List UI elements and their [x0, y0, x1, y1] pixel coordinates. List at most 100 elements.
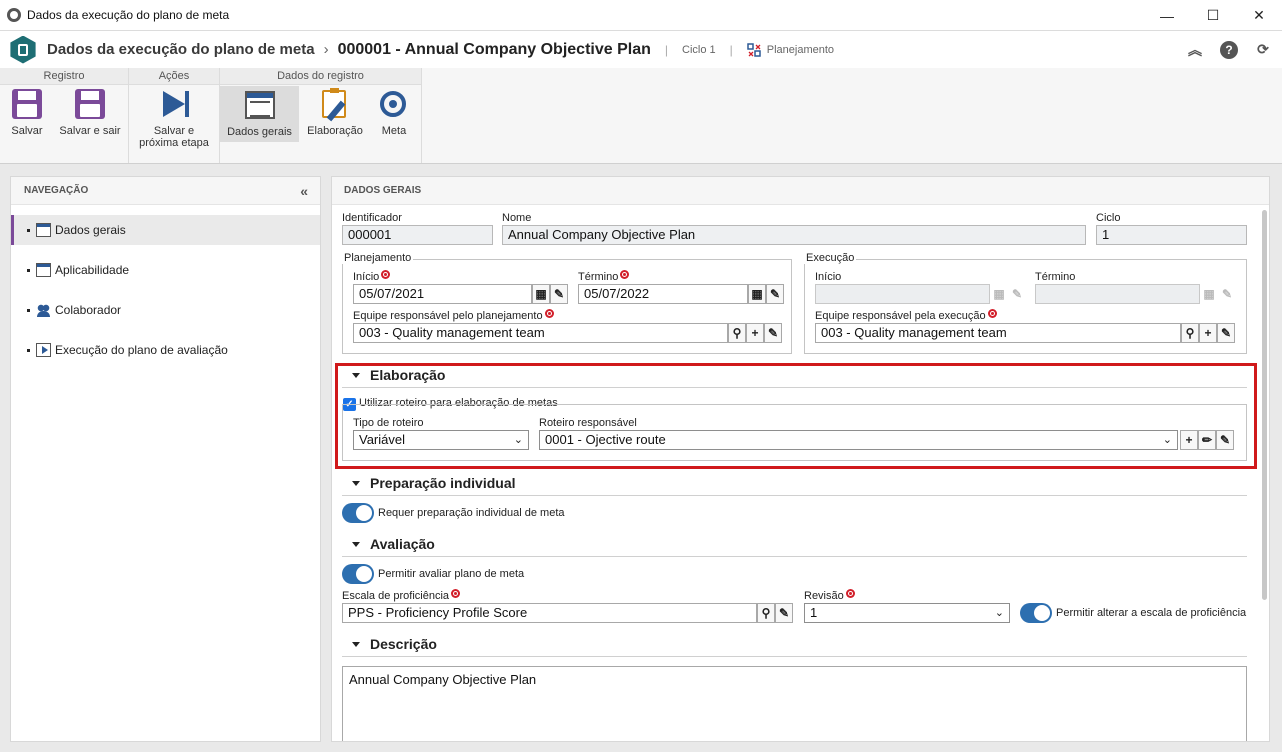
individual-prep-title-text: Preparação individual: [370, 475, 516, 491]
name-label: Nome: [502, 212, 532, 224]
execution-start-label: Início: [815, 271, 842, 283]
planning-start-label-text: Início: [353, 271, 380, 283]
nav-item-general-data[interactable]: Dados gerais: [11, 215, 320, 245]
navigation-panel: NAVEGAÇÃO « Dados gerais Aplicabilidade …: [10, 176, 321, 742]
required-icon: [620, 270, 630, 279]
close-button[interactable]: ✕: [1236, 0, 1282, 31]
route-type-select[interactable]: Variável ⌄: [353, 430, 529, 450]
edit-pencil-icon[interactable]: ✏: [1198, 430, 1216, 450]
elaboration-button[interactable]: Elaboração: [304, 88, 366, 144]
planning-team-field[interactable]: 003 - Quality management team: [353, 323, 728, 343]
record-title: 000001 - Annual Company Objective Plan: [337, 40, 651, 58]
add-icon[interactable]: +: [1199, 323, 1217, 343]
header-divider: |: [664, 42, 668, 57]
search-icon[interactable]: ⚲: [1181, 323, 1199, 343]
collapse-navigation-icon[interactable]: «: [300, 177, 308, 205]
cycle-field[interactable]: 1: [1096, 225, 1247, 245]
general-data-icon: [244, 89, 276, 121]
collapse-triangle-icon: [352, 542, 360, 547]
planning-end-date-field[interactable]: 05/07/2022: [578, 284, 748, 304]
clear-broom-icon[interactable]: ✎: [550, 284, 568, 304]
search-icon[interactable]: ⚲: [757, 603, 775, 623]
collapse-header-icon[interactable]: ︽: [1186, 41, 1204, 59]
help-icon[interactable]: ?: [1220, 40, 1238, 59]
refresh-icon[interactable]: ⟳: [1254, 41, 1272, 59]
clear-broom-icon[interactable]: ✎: [1216, 430, 1234, 450]
execution-end-date-field[interactable]: [1035, 284, 1200, 304]
nav-item-applicability[interactable]: Aplicabilidade: [11, 255, 320, 285]
execution-team-label: Equipe responsável pela execução: [815, 309, 997, 322]
allow-evaluate-toggle[interactable]: [342, 564, 374, 584]
breadcrumb-separator: ›: [323, 41, 329, 58]
required-icon: [381, 270, 391, 279]
revision-label: Revisão: [804, 589, 855, 602]
nav-item-evaluation-plan-execution[interactable]: Execução do plano de avaliação: [11, 335, 320, 365]
description-section-title[interactable]: Descrição: [352, 636, 437, 652]
navigation-header: NAVEGAÇÃO «: [11, 177, 320, 205]
revision-select[interactable]: 1 ⌄: [804, 603, 1010, 623]
goal-label: Meta: [381, 125, 407, 137]
execution-icon: [36, 343, 51, 357]
maximize-button[interactable]: ☐: [1190, 0, 1236, 31]
clear-broom-icon[interactable]: ✎: [775, 603, 793, 623]
section-divider: [342, 495, 1247, 496]
allow-change-scale-toggle[interactable]: [1020, 603, 1052, 623]
nav-item-label: Colaborador: [55, 303, 122, 317]
planning-team-label-text: Equipe responsável pelo planejamento: [353, 310, 543, 322]
ribbon-group-title: Registro: [0, 68, 128, 85]
route-select[interactable]: 0001 - Ojective route ⌄: [539, 430, 1178, 450]
individual-prep-toggle[interactable]: [342, 503, 374, 523]
allow-evaluate-label: Permitir avaliar plano de meta: [378, 568, 525, 580]
calendar-icon[interactable]: ▦: [748, 284, 766, 304]
panel-title: DADOS GERAIS: [332, 177, 1269, 205]
planning-end-label-text: Término: [578, 271, 619, 283]
next-step-icon: [158, 88, 190, 120]
execution-team-field[interactable]: 003 - Quality management team: [815, 323, 1181, 343]
bullet: [27, 308, 30, 312]
search-icon[interactable]: ⚲: [728, 323, 746, 343]
elaboration-section-title[interactable]: Elaboração: [352, 367, 445, 383]
header-divider: |: [729, 42, 733, 57]
minimize-button[interactable]: —: [1144, 0, 1190, 31]
goal-button[interactable]: Meta: [372, 88, 416, 144]
clear-broom-icon[interactable]: ✎: [1217, 323, 1235, 343]
route-type-value: Variável: [359, 432, 406, 447]
save-icon: [12, 89, 42, 119]
save-and-next-step-button[interactable]: Salvar e próxima etapa: [133, 88, 215, 156]
vertical-scrollbar[interactable]: [1262, 210, 1267, 600]
evaluation-section-title[interactable]: Avaliação: [352, 536, 435, 552]
add-icon[interactable]: +: [1180, 430, 1198, 450]
planning-team-label: Equipe responsável pelo planejamento: [353, 309, 554, 322]
individual-prep-section-title[interactable]: Preparação individual: [352, 475, 516, 491]
ribbon-group-title: Dados do registro: [220, 68, 421, 85]
general-data-button[interactable]: Dados gerais: [220, 86, 299, 142]
nav-item-collaborator[interactable]: Colaborador: [11, 295, 320, 325]
general-data-label: Dados gerais: [227, 126, 292, 138]
clear-broom-icon: ✎: [1011, 287, 1023, 301]
execution-start-date-field[interactable]: [815, 284, 990, 304]
required-icon: [845, 589, 855, 598]
save-and-exit-button[interactable]: Salvar e sair: [56, 88, 124, 148]
calendar-icon: ▦: [1203, 287, 1215, 301]
identifier-field[interactable]: 000001: [342, 225, 493, 245]
name-field[interactable]: Annual Company Objective Plan: [502, 225, 1086, 245]
description-textarea[interactable]: Annual Company Objective Plan: [342, 666, 1247, 741]
clear-broom-icon[interactable]: ✎: [764, 323, 782, 343]
clear-broom-icon[interactable]: ✎: [766, 284, 784, 304]
planning-status-icon: [747, 42, 761, 57]
calendar-icon[interactable]: ▦: [532, 284, 550, 304]
save-button[interactable]: Salvar: [4, 88, 50, 148]
execution-team-label-text: Equipe responsável pela execução: [815, 310, 986, 322]
module-logo-icon: [10, 35, 36, 64]
planning-start-date-field[interactable]: 05/07/2021: [353, 284, 532, 304]
people-icon: [36, 303, 51, 317]
window-title: Dados da execução do plano de meta: [27, 8, 230, 22]
proficiency-scale-field[interactable]: PPS - Proficiency Profile Score: [342, 603, 757, 623]
add-icon[interactable]: +: [746, 323, 764, 343]
required-icon: [987, 309, 997, 318]
elaboration-icon: [319, 88, 351, 122]
form-icon: [36, 223, 51, 237]
proficiency-scale-label-text: Escala de proficiência: [342, 590, 450, 602]
bullet: [27, 348, 30, 352]
planning-legend: Planejamento: [342, 252, 414, 264]
